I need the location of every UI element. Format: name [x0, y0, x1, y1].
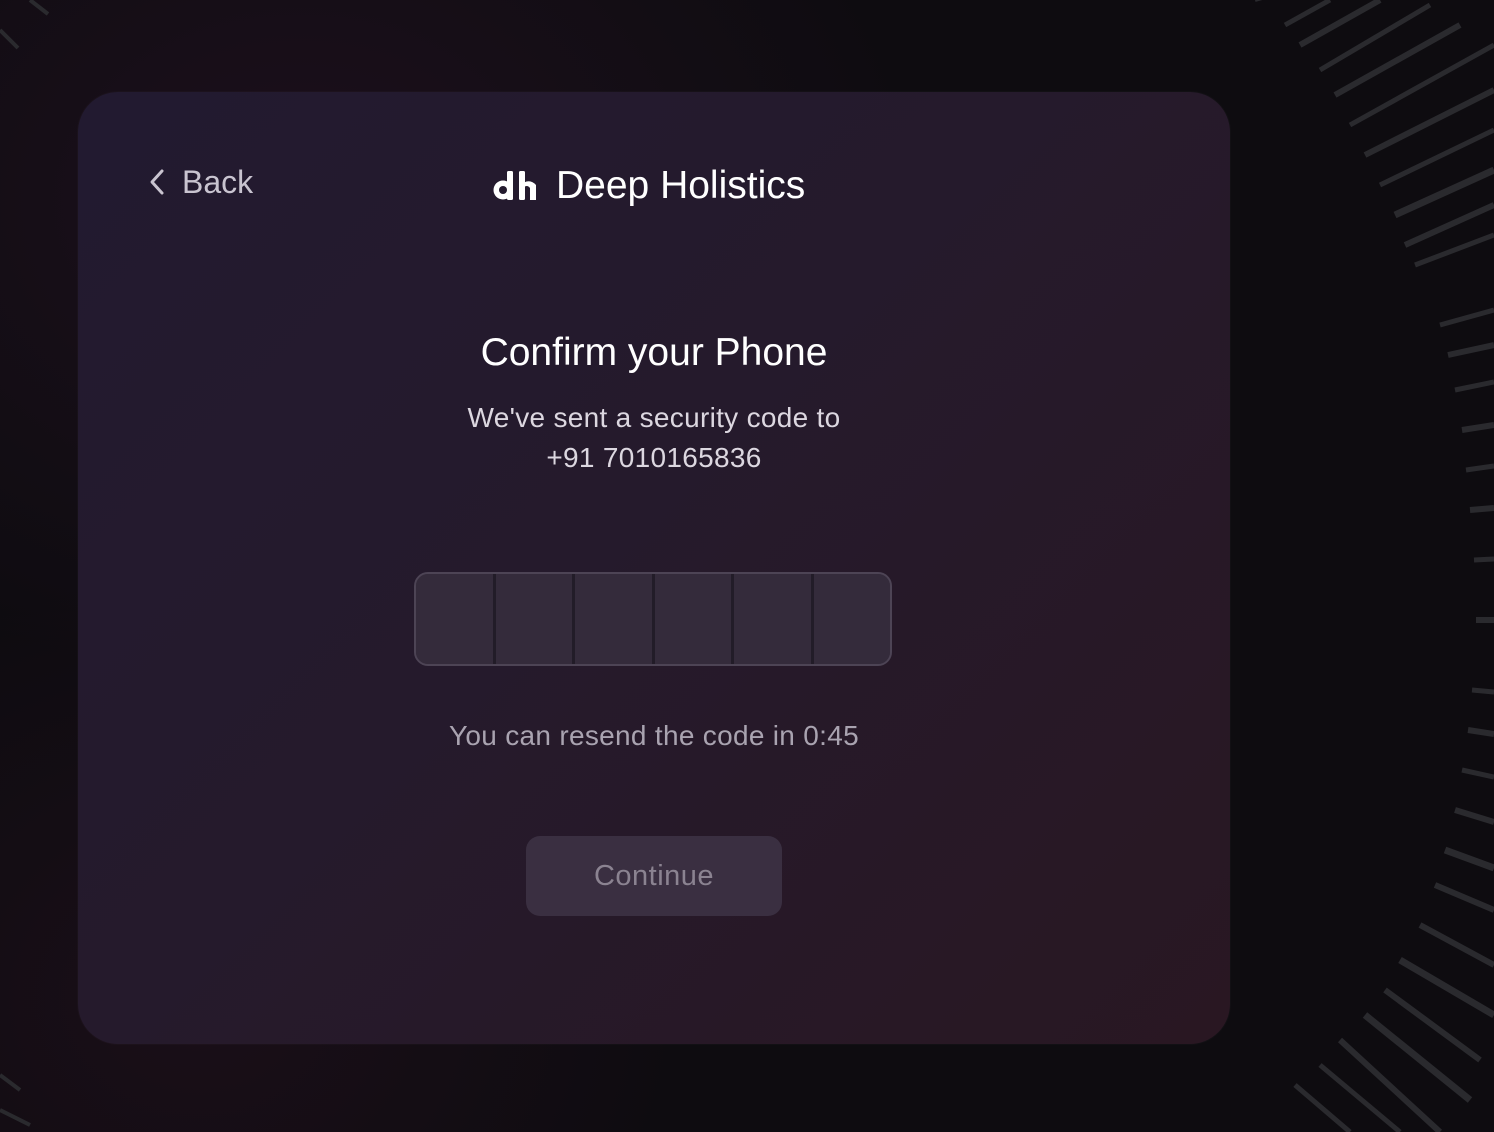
subtitle: We've sent a security code to +91 701016…: [78, 398, 1230, 478]
otp-digit-input[interactable]: [416, 574, 496, 664]
subtitle-text: We've sent a security code to: [467, 402, 841, 433]
resend-timer-text: You can resend the code in 0:45: [449, 720, 859, 751]
chevron-left-icon: [146, 167, 168, 197]
back-button[interactable]: Back: [146, 160, 253, 204]
otp-digit-input[interactable]: [734, 574, 814, 664]
continue-button[interactable]: Continue: [526, 836, 782, 916]
otp-digit-input[interactable]: [575, 574, 655, 664]
brand-name: Deep Holistics: [556, 164, 806, 207]
otp-input-group: [414, 572, 892, 666]
phone-number: +91 7010165836: [546, 442, 762, 473]
brand: Deep Holistics: [492, 160, 805, 212]
page-title: Confirm your Phone: [480, 331, 828, 374]
back-label: Back: [182, 163, 254, 200]
otp-digit-input[interactable]: [495, 574, 575, 664]
otp-digit-input[interactable]: [813, 574, 890, 664]
dh-logo-icon: [492, 168, 542, 204]
otp-digit-input[interactable]: [654, 574, 734, 664]
